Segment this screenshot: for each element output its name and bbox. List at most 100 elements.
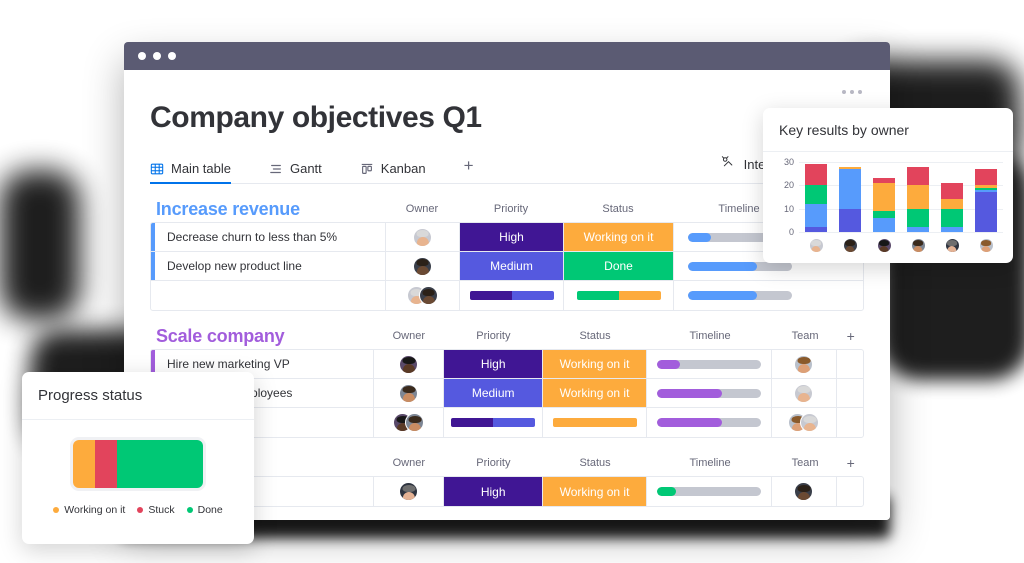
- chart-bar[interactable]: [975, 169, 997, 232]
- summary-blank: [155, 281, 386, 310]
- chart-bar[interactable]: [839, 166, 861, 232]
- legend-item[interactable]: Working on it: [53, 504, 125, 516]
- group-title[interactable]: Scale company: [150, 326, 374, 347]
- chart-x-label[interactable]: [876, 238, 892, 258]
- avatar[interactable]: [842, 238, 858, 253]
- cell-owner[interactable]: [386, 223, 460, 251]
- column-header-owner[interactable]: Owner: [385, 203, 459, 215]
- window-dot-minimize[interactable]: [153, 52, 161, 60]
- add-column-button[interactable]: +: [837, 328, 864, 344]
- table-row[interactable]: Hire new marketing VP High Working on it: [151, 350, 863, 379]
- avatar[interactable]: [399, 354, 419, 374]
- column-header-timeline[interactable]: Timeline: [647, 330, 772, 342]
- cell-team-summary[interactable]: [772, 408, 837, 437]
- chart-x-label[interactable]: [842, 238, 858, 258]
- cell-priority[interactable]: Medium: [460, 252, 564, 280]
- table-row[interactable]: Hire 20 new employees Medium Working on …: [151, 379, 863, 408]
- legend-item[interactable]: Stuck: [137, 504, 175, 516]
- cell-owner-summary[interactable]: [386, 281, 460, 310]
- column-header-owner[interactable]: Owner: [374, 457, 444, 469]
- chart-x-label[interactable]: [978, 238, 994, 258]
- cell-status-summary[interactable]: [564, 281, 674, 310]
- cell-priority-summary[interactable]: [444, 408, 543, 437]
- cell-status-summary[interactable]: [542, 408, 648, 437]
- cell-timeline[interactable]: [647, 350, 773, 378]
- cell-owner[interactable]: [374, 379, 445, 407]
- chart-bar[interactable]: [907, 166, 929, 232]
- row-title[interactable]: Decrease churn to less than 5%: [155, 223, 386, 251]
- cell-timeline-summary[interactable]: [674, 281, 806, 310]
- avatar[interactable]: [399, 482, 419, 501]
- cell-priority[interactable]: High: [460, 223, 564, 251]
- cell-timeline-summary[interactable]: [647, 408, 773, 437]
- group-title[interactable]: Increase revenue: [150, 199, 385, 220]
- cell-add[interactable]: [837, 350, 864, 378]
- chart-x-label[interactable]: [808, 238, 824, 258]
- cell-timeline[interactable]: [647, 379, 773, 407]
- avatar[interactable]: [399, 383, 419, 403]
- more-options-icon[interactable]: [842, 90, 862, 94]
- cell-owner[interactable]: [386, 252, 460, 280]
- column-header-timeline[interactable]: Timeline: [647, 457, 772, 469]
- cell-status[interactable]: Working on it: [564, 223, 674, 251]
- avatar[interactable]: [413, 227, 432, 247]
- window-dot-close[interactable]: [138, 52, 146, 60]
- avatar[interactable]: [794, 482, 814, 501]
- cell-status[interactable]: Working on it: [542, 379, 648, 407]
- avatar[interactable]: [944, 238, 960, 253]
- cell-timeline[interactable]: [647, 477, 773, 506]
- avatar[interactable]: [794, 354, 814, 374]
- chart-x-label[interactable]: [910, 238, 926, 258]
- legend-item[interactable]: Done: [186, 504, 223, 516]
- cell-status[interactable]: Working on it: [542, 350, 648, 378]
- avatar[interactable]: [419, 286, 438, 305]
- cell-team[interactable]: [772, 350, 837, 378]
- cell-team[interactable]: [772, 379, 837, 407]
- add-view-button[interactable]: +: [464, 156, 474, 183]
- avatar[interactable]: [800, 413, 820, 432]
- table-row[interactable]: Decrease churn to less than 5% High Work…: [151, 223, 863, 252]
- avatar[interactable]: [808, 238, 824, 253]
- column-header-priority[interactable]: Priority: [459, 203, 563, 215]
- avatar[interactable]: [413, 256, 432, 276]
- column-header-owner[interactable]: Owner: [374, 330, 444, 342]
- chart-bar[interactable]: [805, 164, 827, 232]
- column-header-priority[interactable]: Priority: [444, 330, 543, 342]
- avatar[interactable]: [794, 383, 814, 403]
- column-header-status[interactable]: Status: [543, 457, 648, 469]
- cell-add[interactable]: [837, 477, 864, 506]
- cell-priority[interactable]: Medium: [444, 379, 543, 407]
- summary-segment: [552, 418, 637, 427]
- cell-owner[interactable]: [374, 477, 445, 506]
- cell-priority[interactable]: High: [444, 477, 543, 506]
- chart-bar[interactable]: [873, 178, 895, 232]
- tab-gantt[interactable]: Gantt: [269, 161, 322, 183]
- cell-owner-summary[interactable]: [374, 408, 445, 437]
- chart-x-label[interactable]: [944, 238, 960, 258]
- tab-kanban[interactable]: Kanban: [360, 161, 426, 183]
- avatar[interactable]: [910, 238, 926, 253]
- cell-status[interactable]: Done: [564, 252, 674, 280]
- cell-add[interactable]: [837, 379, 864, 407]
- avatar[interactable]: [876, 238, 892, 253]
- chart-bar[interactable]: [941, 183, 963, 232]
- avatar[interactable]: [978, 238, 994, 253]
- column-header-priority[interactable]: Priority: [444, 457, 543, 469]
- table-row[interactable]: Develop new product line Medium Done: [151, 252, 863, 281]
- cell-owner[interactable]: [374, 350, 445, 378]
- cell-add[interactable]: [837, 408, 864, 437]
- tab-main-table[interactable]: Main table: [150, 161, 231, 184]
- column-header-status[interactable]: Status: [543, 330, 648, 342]
- cell-priority[interactable]: High: [444, 350, 543, 378]
- column-header-team[interactable]: Team: [773, 457, 838, 469]
- table-row[interactable]: d 24/7 support High Working on it: [151, 477, 863, 506]
- window-dot-maximize[interactable]: [168, 52, 176, 60]
- cell-priority-summary[interactable]: [460, 281, 564, 310]
- column-header-status[interactable]: Status: [563, 203, 673, 215]
- cell-status[interactable]: Working on it: [542, 477, 648, 506]
- add-column-button[interactable]: +: [837, 455, 864, 471]
- column-header-team[interactable]: Team: [773, 330, 838, 342]
- row-title[interactable]: Develop new product line: [155, 252, 386, 280]
- cell-team[interactable]: [772, 477, 837, 506]
- avatar[interactable]: [405, 413, 425, 432]
